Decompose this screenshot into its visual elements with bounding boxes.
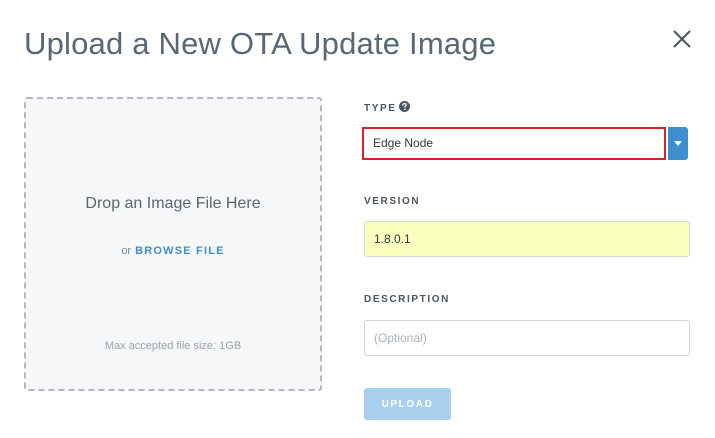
description-input[interactable]: [364, 320, 690, 356]
browse-file-link[interactable]: BROWSE FILE: [135, 245, 225, 257]
type-select-value[interactable]: Edge Node: [362, 127, 666, 160]
description-label: DESCRIPTION: [364, 294, 450, 305]
file-dropzone[interactable]: Drop an Image File Here or BROWSE FILE Ma…: [24, 97, 322, 391]
version-input[interactable]: [364, 221, 690, 257]
upload-button[interactable]: UPLOAD: [364, 388, 451, 420]
max-file-size-text: Max accepted file size: 1GB: [104, 340, 242, 352]
drop-file-text: Drop an Image File Here: [85, 195, 261, 212]
browse-line: or BROWSE FILE: [26, 245, 320, 257]
type-select[interactable]: Edge Node: [362, 127, 688, 160]
or-text: or: [121, 245, 132, 257]
type-label: TYPE: [364, 101, 410, 115]
type-label-text: TYPE: [364, 103, 397, 114]
close-icon[interactable]: [669, 26, 695, 52]
dialog-title: Upload a New OTA Update Image: [24, 26, 497, 61]
caret-down-icon[interactable]: [668, 127, 688, 160]
version-label: VERSION: [364, 196, 421, 207]
question-circle-icon[interactable]: [398, 101, 410, 115]
upload-ota-dialog: Upload a New OTA Update Image Drop an Im…: [0, 0, 715, 438]
